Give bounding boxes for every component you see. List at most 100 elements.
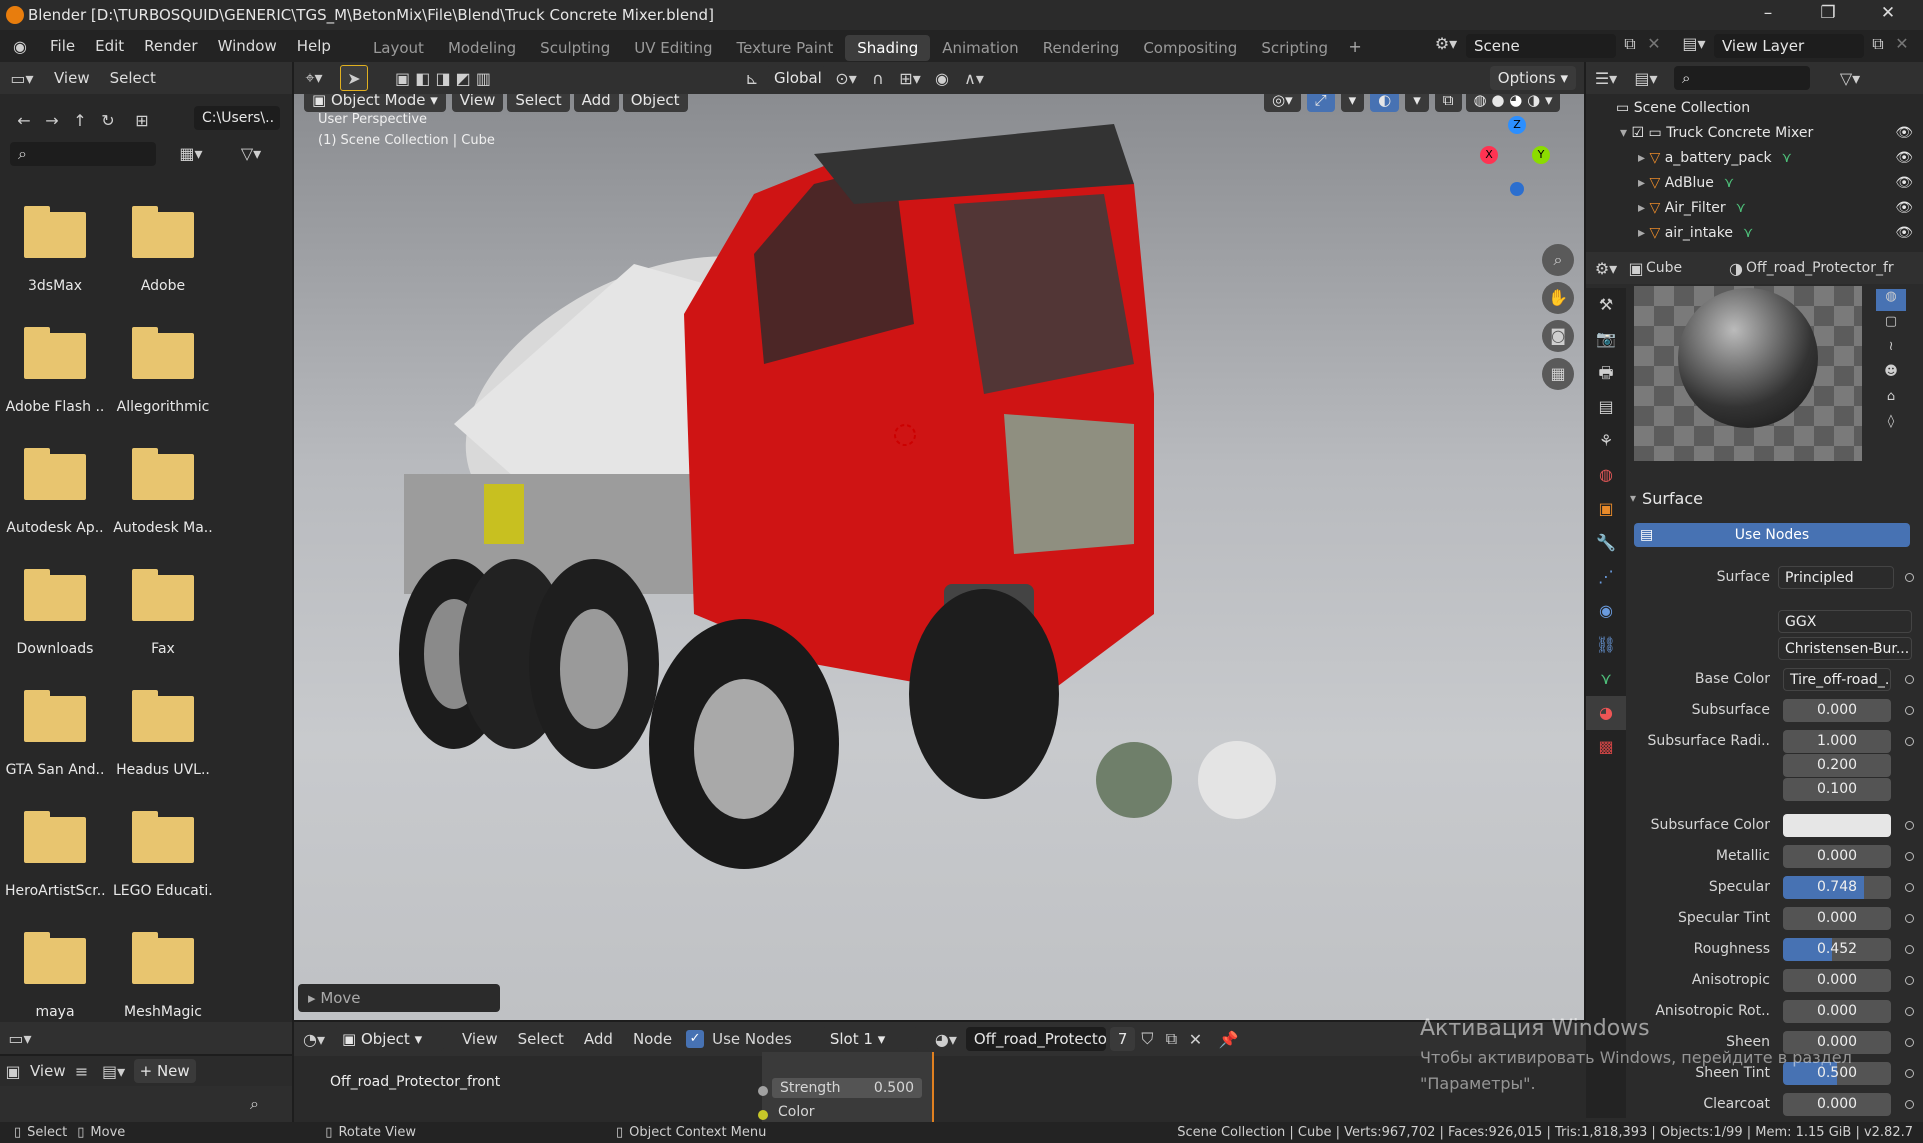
zoom-icon[interactable]: ⌕ (1542, 244, 1574, 276)
constraints-tab-icon[interactable]: ⛓ (1586, 628, 1626, 662)
properties-material-name[interactable]: Off_road_Protector_fr (1746, 260, 1916, 276)
x-axis-icon[interactable]: X (1480, 146, 1498, 164)
new-image-button[interactable]: + New (133, 1059, 196, 1083)
eye-icon[interactable]: 👁 (1895, 171, 1913, 196)
property-value-field[interactable]: Tire_off-road_... (1783, 668, 1891, 691)
tab-sculpting[interactable]: Sculpting (528, 35, 622, 61)
fb-select-menu[interactable]: Select (100, 62, 166, 94)
property-value-field[interactable]: 0.748 (1783, 876, 1891, 899)
preview-monkey-icon[interactable]: ☻ (1876, 364, 1906, 386)
add-workspace-icon[interactable]: + (1340, 37, 1370, 56)
tab-animation[interactable]: Animation (930, 35, 1030, 61)
preview-hair-icon[interactable]: ≀ (1876, 339, 1906, 361)
ne-select-menu[interactable]: Select (508, 1023, 574, 1055)
display-mode-icon[interactable]: ▤▾ (1626, 69, 1666, 88)
ortho-grid-icon[interactable]: ▦ (1542, 358, 1574, 390)
filter-icon[interactable]: ▽▾ (226, 144, 276, 163)
folder-item[interactable]: GTA San And.. (5, 690, 105, 778)
color-socket-icon[interactable] (758, 1110, 768, 1120)
socket-icon[interactable] (1905, 852, 1914, 861)
gizmo-menu-icon[interactable]: ▾ (1340, 94, 1365, 112)
outliner-item[interactable]: ▸ ▽ air_intake ⋎ 👁 (1586, 221, 1923, 246)
menu-render[interactable]: Render (134, 30, 207, 62)
folder-item[interactable]: HeroArtistScr.. (5, 811, 105, 899)
expand-icon[interactable]: ▸ (1586, 150, 1649, 166)
subsurface-method-select[interactable]: Christensen-Bur... (1778, 637, 1912, 660)
output-tab-icon[interactable]: 🖶 (1586, 356, 1626, 390)
socket-icon[interactable] (1905, 573, 1914, 582)
expand-icon[interactable]: ▸ (1586, 225, 1649, 241)
checkbox-icon[interactable]: ☑ (1631, 125, 1648, 141)
data-tab-icon[interactable]: ⋎ (1586, 662, 1626, 696)
transform-orientation-select[interactable]: Global (766, 66, 826, 90)
material-name-field[interactable]: Off_road_Protector_f.. (965, 1027, 1106, 1051)
outliner-item[interactable]: ▸ ▽ AdBlue ⋎ 👁 (1586, 171, 1923, 196)
socket-icon[interactable] (1905, 1038, 1914, 1047)
overlay-toggle-icon[interactable]: ◐ (1370, 94, 1400, 112)
display-mode-icon[interactable]: ▦▾ (166, 144, 216, 163)
folder-item[interactable]: Adobe Flash .. (5, 327, 105, 415)
physics-tab-icon[interactable]: ◉ (1586, 594, 1626, 628)
texture-node[interactable]: Strength 0.500 Color (758, 1052, 934, 1122)
socket-icon[interactable] (1905, 976, 1914, 985)
minimize-icon[interactable]: – (1748, 3, 1788, 27)
unlink-material-icon[interactable]: ✕ (1183, 1030, 1207, 1049)
property-value-field[interactable]: 0.100 (1783, 778, 1891, 801)
back-arrow-icon[interactable]: ← (10, 111, 38, 130)
folder-item[interactable]: Autodesk Ap.. (5, 448, 105, 536)
texture-tab-icon[interactable]: ▩ (1586, 730, 1626, 764)
menu-window[interactable]: Window (208, 30, 287, 62)
render-tab-icon[interactable]: 📷 (1586, 322, 1626, 356)
menu-help[interactable]: Help (287, 30, 341, 62)
tab-uv-editing[interactable]: UV Editing (622, 35, 724, 61)
view-layer-icon[interactable]: ▤▾ (1676, 34, 1712, 53)
selection-mode-icons[interactable]: ▣ ◧ ◨ ◩ ▥ (388, 69, 498, 88)
material-tab-icon[interactable]: ◕ (1586, 696, 1626, 730)
maximize-icon[interactable]: ❐ (1808, 3, 1848, 27)
snap-icon[interactable]: ∩ (866, 69, 890, 88)
outliner-collection-row[interactable]: ▾ ☑ ▭ Truck Concrete Mixer 👁 (1586, 121, 1923, 146)
use-nodes-checkbox[interactable]: ✓ (686, 1030, 705, 1048)
socket-icon[interactable] (1905, 706, 1914, 715)
properties-object-name[interactable]: Cube (1646, 260, 1726, 276)
strength-socket-icon[interactable] (758, 1086, 768, 1096)
tab-scripting[interactable]: Scripting (1249, 35, 1340, 61)
image-browse-icon[interactable]: ▤▾ (94, 1062, 134, 1081)
surface-shader-select[interactable]: Principled BSDF (1778, 566, 1894, 589)
property-value-field[interactable]: 0.000 (1783, 969, 1891, 992)
folder-item[interactable]: maya (5, 932, 105, 1020)
socket-icon[interactable] (1905, 914, 1914, 923)
pivot-icon[interactable]: ⊙▾ (826, 69, 866, 88)
pin-icon[interactable]: 📌 (1213, 1030, 1243, 1049)
use-nodes-button[interactable]: ▤ Use Nodes (1634, 523, 1910, 547)
parent-dir-icon[interactable]: ↑ (66, 111, 94, 130)
camera-view-icon[interactable]: ◙ (1542, 320, 1574, 352)
ne-view-menu[interactable]: View (452, 1023, 508, 1055)
folder-item[interactable]: Adobe (113, 206, 213, 294)
scene-tab-icon[interactable]: ⚘ (1586, 424, 1626, 458)
modifier-tab-icon[interactable]: 🔧 (1586, 526, 1626, 560)
property-value-field[interactable]: 0.000 (1783, 1000, 1891, 1023)
property-value-field[interactable]: 0.000 (1783, 907, 1891, 930)
delete-scene-icon[interactable]: ✕ (1644, 34, 1664, 53)
preview-sphere-icon[interactable]: ◍ (1876, 289, 1906, 311)
viewport-select-menu[interactable]: Select (507, 94, 570, 112)
viewport-object-menu[interactable]: Object (622, 94, 688, 112)
editor-type-icon[interactable]: ⚙▾ (1586, 259, 1626, 278)
ne-node-menu[interactable]: Node (623, 1023, 682, 1055)
hamburger-menu-icon[interactable]: ≡ (70, 1062, 94, 1081)
property-value-field[interactable]: 0.000 (1783, 1093, 1891, 1116)
preview-fluid-icon[interactable]: ◊ (1876, 414, 1906, 436)
eye-icon[interactable]: 👁 (1895, 196, 1913, 221)
neg-z-axis-icon[interactable] (1510, 182, 1524, 196)
options-button[interactable]: Options ▾ (1489, 66, 1576, 90)
material-browse-icon[interactable]: ◕▾ (926, 1030, 966, 1049)
refresh-icon[interactable]: ↻ (94, 111, 122, 130)
new-scene-icon[interactable]: ⧉ (1618, 34, 1642, 54)
duplicate-material-icon[interactable]: ⧉ (1159, 1029, 1183, 1049)
fb-view-menu[interactable]: View (44, 62, 100, 94)
material-users-count[interactable]: 7 (1109, 1027, 1136, 1051)
xray-icon[interactable]: ⧉ (1434, 94, 1462, 112)
new-view-layer-icon[interactable]: ⧉ (1866, 34, 1890, 54)
outliner-item[interactable]: ▸ ▽ Air_Filter ⋎ 👁 (1586, 196, 1923, 221)
